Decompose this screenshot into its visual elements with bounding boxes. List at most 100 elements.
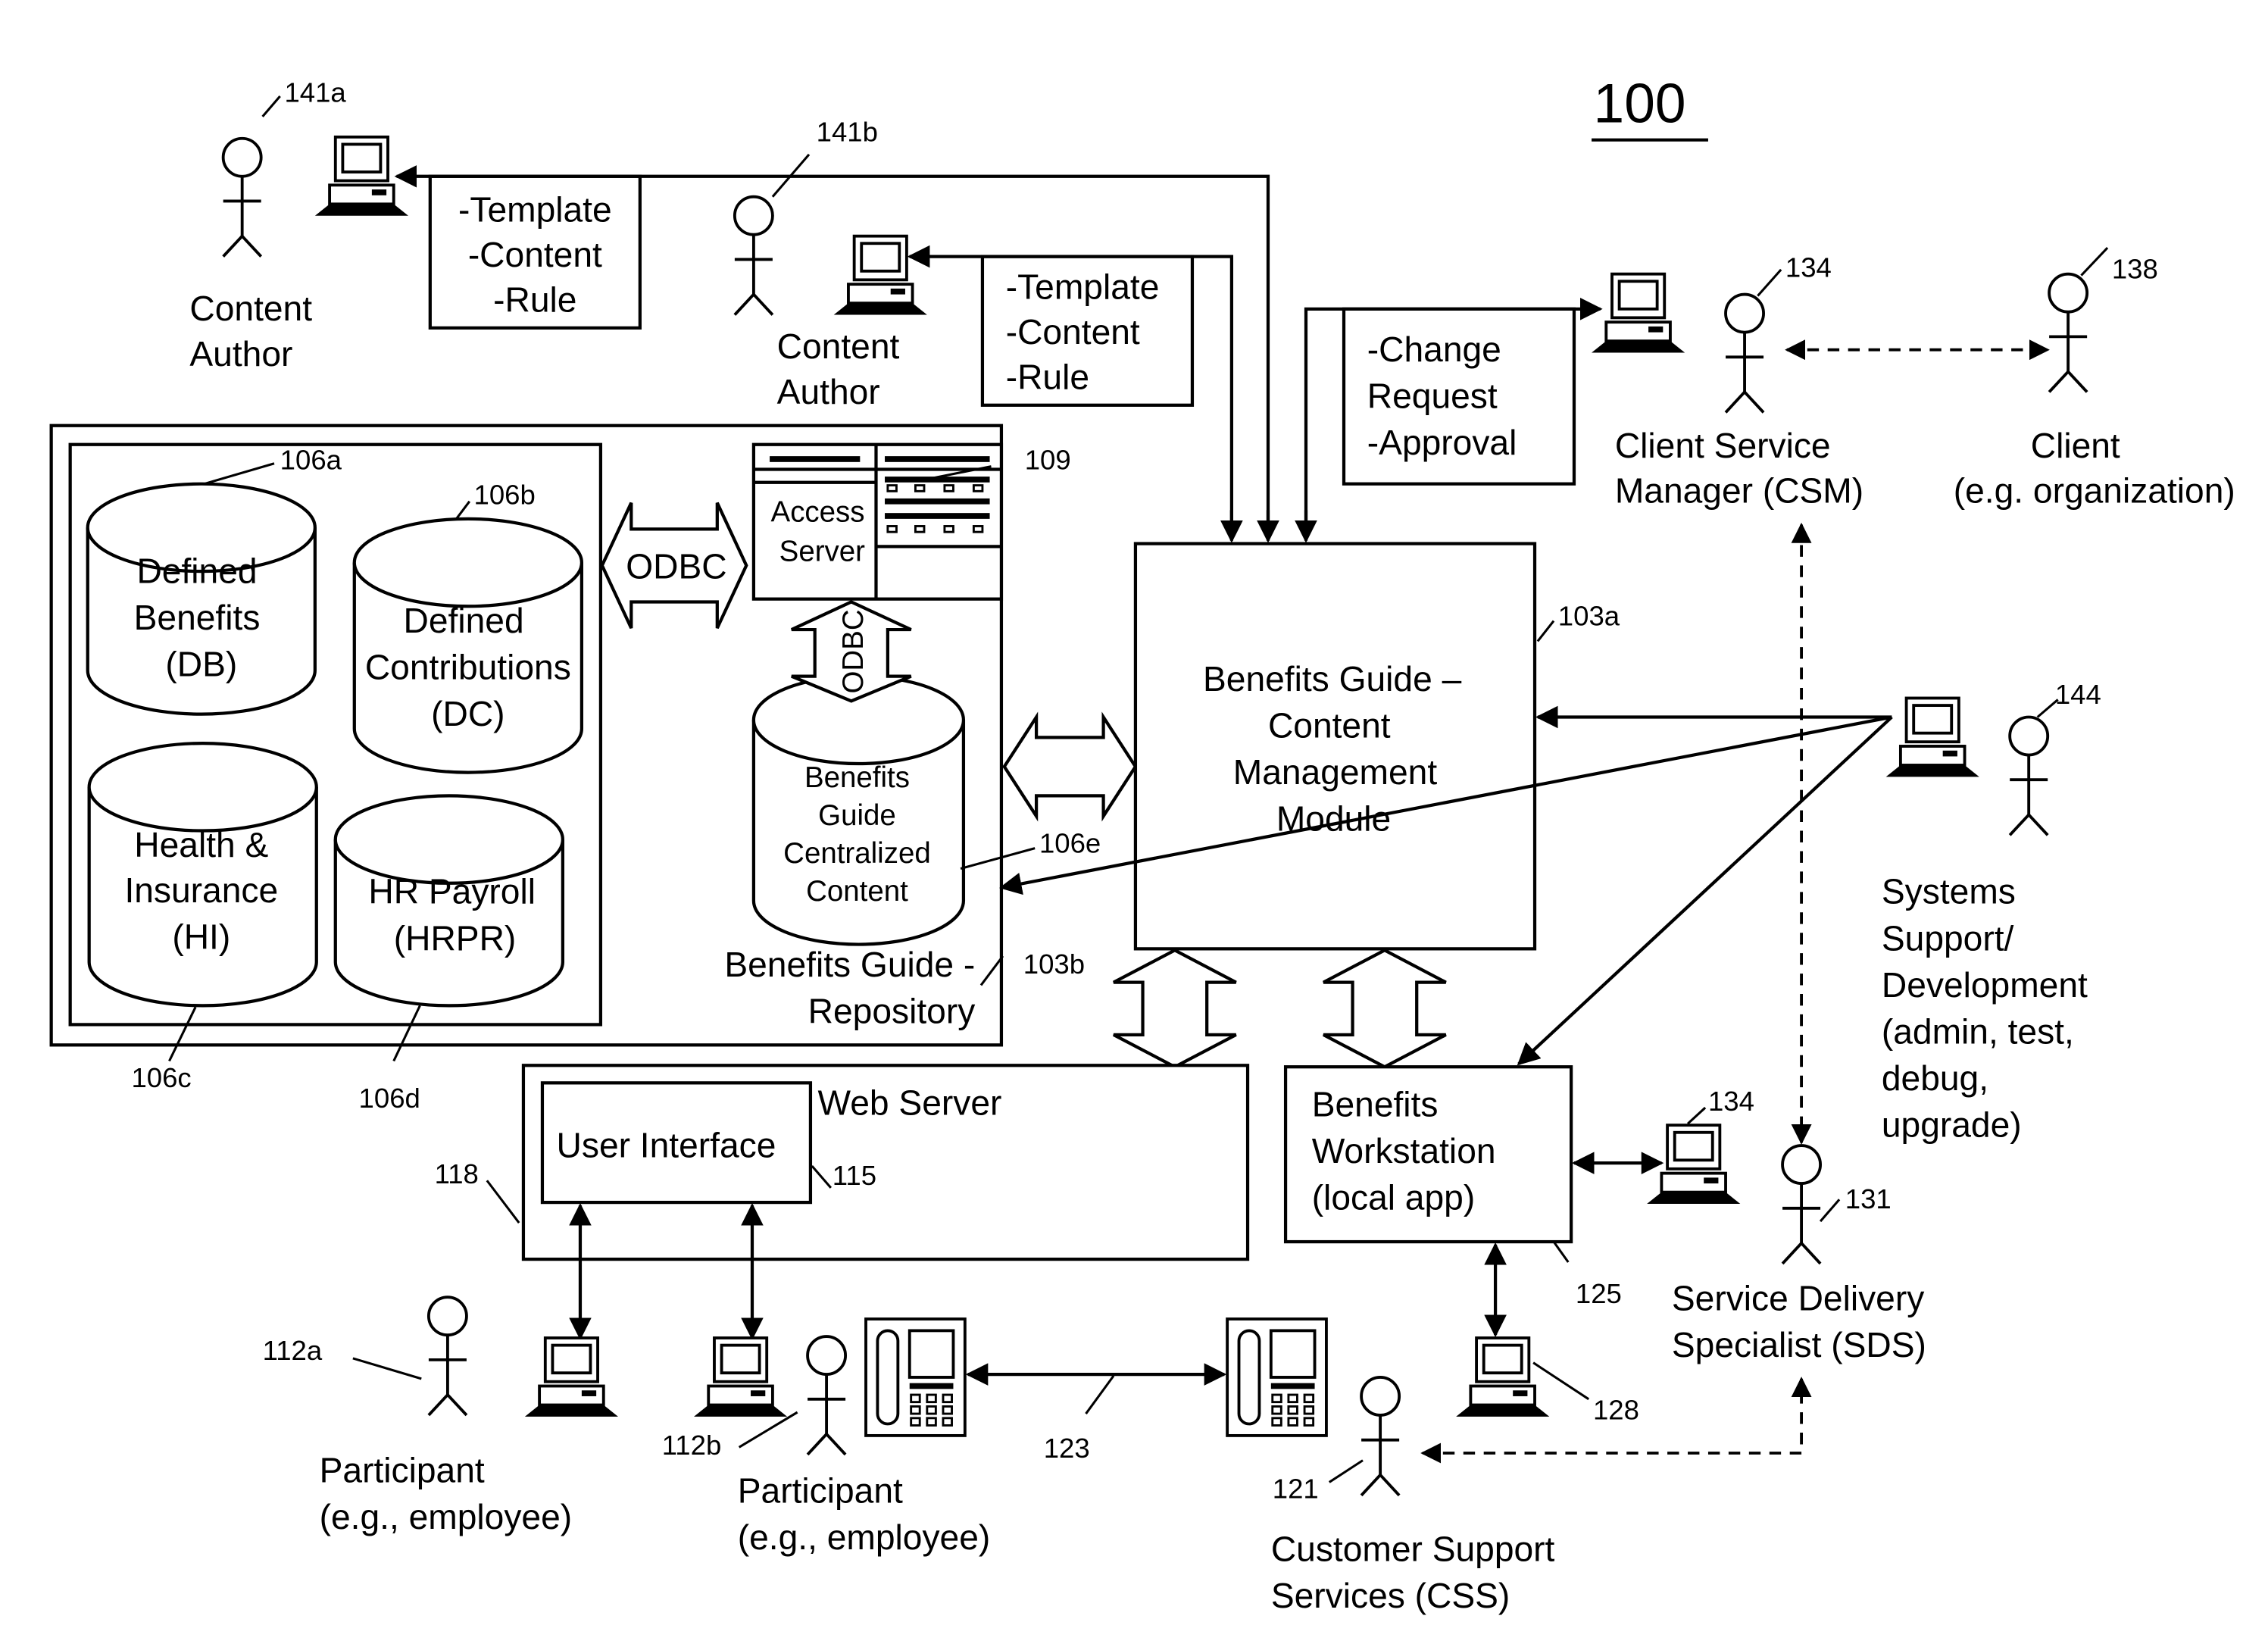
csm-label-line2: Manager (CSM) xyxy=(1615,471,1863,511)
db-label: Contributions xyxy=(365,647,571,686)
csm: 134 Client Service Manager (CSM) xyxy=(1590,252,1863,511)
cms-label: Benefits Guide – xyxy=(1203,659,1462,699)
content-author-a-label-line1: Content xyxy=(189,289,312,328)
person-icon xyxy=(1724,292,1765,414)
computer-icon xyxy=(313,135,410,217)
user-interface-label: User Interface xyxy=(557,1125,776,1164)
systems-support-label: debug, xyxy=(1882,1058,1988,1098)
customer-support-services: 121 Customer Support Services (CSS) 128 xyxy=(1226,1317,1639,1615)
content-management-module: Benefits Guide – Content Management Modu… xyxy=(1133,542,1620,951)
db-label: Insurance xyxy=(124,870,278,910)
access-server-label: Access xyxy=(771,496,865,529)
participant-b-label: (e.g., employee) xyxy=(738,1517,991,1557)
person-icon xyxy=(733,195,774,317)
ref-label: 106d xyxy=(359,1083,420,1114)
note-a-line: -Template xyxy=(458,189,612,229)
client-label-line1: Client xyxy=(2031,426,2120,465)
benefits-workstation: Benefits Workstation (local app) 125 xyxy=(1283,1065,1622,1309)
central-db-label: Centralized xyxy=(783,837,931,870)
ref-label: 106a xyxy=(280,444,342,475)
ref-label: 131 xyxy=(1845,1183,1892,1214)
workstation-label: Workstation xyxy=(1312,1131,1496,1170)
note-c-line: -Approval xyxy=(1367,423,1517,462)
client: 138 Client (e.g. organization) xyxy=(1954,246,2235,511)
content-author-b-label-line1: Content xyxy=(777,327,900,366)
computer-icon xyxy=(832,234,929,317)
odbc-label: ODBC xyxy=(626,547,726,586)
repository-label-line1: Benefits Guide - xyxy=(724,945,975,984)
db-label: HR Payroll xyxy=(368,872,536,911)
person-icon xyxy=(2048,272,2089,394)
systems-support-label: Development xyxy=(1882,965,2088,1005)
computer-icon xyxy=(1590,272,1687,355)
ref-label: 106b xyxy=(474,480,536,511)
ref-label: 103b xyxy=(1023,949,1085,980)
ref-label: 123 xyxy=(1044,1433,1090,1464)
repository-label-line2: Repository xyxy=(808,991,976,1030)
note-b-line: -Rule xyxy=(1006,358,1089,397)
note-a: -Template -Content -Rule xyxy=(428,174,642,330)
ref-label: 106c xyxy=(131,1062,191,1093)
web-server-label: Web Server xyxy=(818,1083,1002,1123)
systems-support-label: Systems xyxy=(1882,872,2016,911)
systems-support-label: (admin, test, xyxy=(1882,1011,2074,1051)
workstation-label: (local app) xyxy=(1312,1178,1476,1217)
odbc-vertical-label: ODBC xyxy=(837,609,870,693)
repository: 103b Benefits Guide - Repository Defined… xyxy=(49,424,1101,1114)
db-label: Defined xyxy=(404,601,524,640)
cms-label: Content xyxy=(1268,705,1391,745)
person-icon xyxy=(426,1296,468,1417)
systems-support-label: upgrade) xyxy=(1882,1105,2022,1145)
computer-icon xyxy=(1454,1336,1551,1418)
phone-icon xyxy=(1226,1317,1328,1437)
computer-icon xyxy=(1884,696,1981,779)
central-db-label: Guide xyxy=(818,799,896,832)
note-a-line: -Content xyxy=(468,235,602,274)
note-c-line: -Change xyxy=(1367,330,1501,369)
person-icon xyxy=(1360,1376,1401,1497)
note-b: -Template -Content -Rule xyxy=(980,255,1195,407)
client-label-line2: (e.g. organization) xyxy=(1954,471,2235,511)
db-label: Defined xyxy=(136,552,257,591)
database-benefits-guide-central: Benefits Guide Centralized Content 106e xyxy=(751,674,1101,946)
arrow-support-to-workstation xyxy=(1517,715,1893,1066)
person-icon xyxy=(2008,715,2050,837)
content-author-a: Content Author 141a xyxy=(189,77,410,373)
ref-label: 115 xyxy=(833,1160,876,1191)
ref-label: 138 xyxy=(2112,253,2158,284)
workstation-label: Benefits xyxy=(1312,1085,1439,1124)
css-label: Services (CSS) xyxy=(1271,1576,1510,1615)
ref-label: 141a xyxy=(284,77,346,108)
central-db-label: Benefits xyxy=(804,761,910,794)
content-author-b-label-line2: Author xyxy=(777,372,880,411)
person-icon xyxy=(221,136,263,258)
computer-icon xyxy=(692,1336,789,1418)
ref-label: 134 xyxy=(1708,1086,1754,1117)
ref-label: 103a xyxy=(1558,600,1620,631)
cms-webserver-double-arrow xyxy=(1113,948,1237,1069)
ref-label: 118 xyxy=(435,1158,479,1189)
participant-a-label: Participant xyxy=(320,1450,485,1489)
db-label: Health & xyxy=(134,825,268,864)
db-label: Benefits xyxy=(134,598,261,637)
ref-label: 121 xyxy=(1273,1474,1319,1505)
css-label: Customer Support xyxy=(1271,1529,1555,1568)
db-label: (HRPR) xyxy=(394,918,517,958)
person-icon xyxy=(806,1335,848,1456)
content-author-a-label-line2: Author xyxy=(189,334,292,373)
db-label: (DC) xyxy=(431,694,505,733)
ref-label: 106e xyxy=(1039,827,1101,858)
note-b-line: -Template xyxy=(1006,267,1160,306)
participant-b-label: Participant xyxy=(738,1471,903,1510)
note-b-line: -Content xyxy=(1006,312,1140,352)
participant-a: 112a Participant (e.g., employee) xyxy=(263,1296,620,1536)
note-a-line: -Rule xyxy=(493,280,576,320)
ref-label: 144 xyxy=(2055,679,2101,710)
cms-label: Management xyxy=(1233,752,1438,792)
web-server: Web Server 118 User Interface 115 xyxy=(435,1064,1250,1261)
ref-label: 109 xyxy=(1025,444,1071,475)
db-label: (DB) xyxy=(165,645,237,684)
ref-label: 128 xyxy=(1593,1395,1639,1426)
systems-support: 144 Systems Support/ Development (admin,… xyxy=(1882,679,2101,1144)
access-server: Access Server 109 xyxy=(751,442,1071,601)
